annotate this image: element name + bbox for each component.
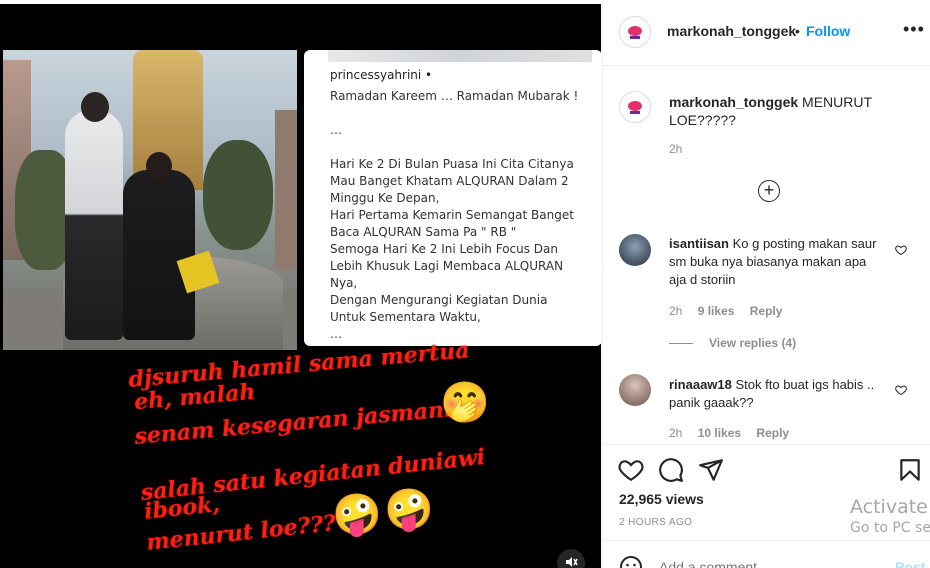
hand-over-mouth-emoji: 🤭 bbox=[440, 381, 490, 425]
comment-meta: 2h 9 likes Reply bbox=[669, 304, 794, 318]
embedded-caption-card: princessyahrini • Ramadan Kareem … Ramad… bbox=[304, 50, 601, 346]
emoji-smiley-icon[interactable] bbox=[619, 555, 643, 568]
card-top-strip bbox=[328, 50, 592, 62]
card-caption-line: Mau Banget Khatam ALQURAN Dalam 2 bbox=[330, 174, 569, 188]
comment-username[interactable]: rinaaaw18 bbox=[669, 377, 732, 392]
photo-person-man-head bbox=[81, 92, 109, 122]
header-separator: • bbox=[795, 23, 800, 39]
card-caption-line: Baca ALQURAN Sama Pa " RB " bbox=[330, 225, 517, 239]
more-options-icon[interactable]: ••• bbox=[903, 19, 925, 40]
commenter-avatar[interactable] bbox=[619, 374, 651, 406]
photo-person-woman-head bbox=[146, 152, 172, 180]
posted-time[interactable]: 2 HOURS AGO bbox=[619, 517, 692, 528]
photo-person-woman bbox=[123, 170, 195, 340]
comment-meta: 2h 10 likes Reply bbox=[669, 426, 801, 440]
author-avatar[interactable] bbox=[619, 16, 651, 48]
photo-tree-right bbox=[203, 140, 273, 250]
load-more-comments-icon[interactable]: + bbox=[758, 180, 780, 202]
card-caption-line: Minggu Ke Depan, bbox=[330, 191, 440, 205]
media-top-strip bbox=[0, 0, 601, 4]
photo-person-man bbox=[65, 110, 123, 340]
watermark-line-1: Activate W bbox=[850, 496, 930, 518]
card-caption-line: Dengan Mengurangi Kegiatan Dunia bbox=[330, 293, 548, 307]
comment-like-heart-icon[interactable] bbox=[895, 384, 907, 396]
view-replies-button[interactable]: View replies (4) bbox=[669, 336, 796, 350]
card-caption-line bbox=[330, 139, 600, 156]
card-caption-line: Untuk Sementara Waktu, bbox=[330, 310, 481, 324]
comment-reply-button[interactable]: Reply bbox=[756, 426, 789, 440]
comment-input[interactable] bbox=[659, 559, 879, 568]
author-username[interactable]: markonah_tonggek bbox=[667, 23, 796, 39]
caption-avatar[interactable] bbox=[619, 91, 651, 123]
avatar-mark bbox=[628, 26, 642, 36]
comment-text: isantiisan Ko g posting makan saur sm bu… bbox=[669, 235, 887, 289]
comment-time[interactable]: 2h bbox=[669, 426, 682, 440]
view-count[interactable]: 22,965 views bbox=[619, 491, 704, 507]
avatar-mark-base bbox=[630, 111, 640, 114]
windows-activation-watermark: Activate W Go to PC set bbox=[850, 496, 930, 536]
comment-time[interactable]: 2h bbox=[669, 304, 682, 318]
caption-username[interactable]: markonah_tonggek bbox=[669, 94, 798, 110]
post-header: markonah_tonggek • Follow ••• bbox=[603, 0, 930, 66]
card-caption-line: Nya, bbox=[330, 276, 358, 290]
mute-icon[interactable] bbox=[557, 549, 585, 568]
card-caption-line: Hari Pertama Kemarin Semangat Banget bbox=[330, 208, 574, 222]
card-caption-line: Hari Ke 2 Di Bulan Puasa Ini Cita Citany… bbox=[330, 157, 574, 171]
watermark-line-2: Go to PC set bbox=[850, 520, 930, 536]
zany-face-emoji-2: 🤪 bbox=[384, 488, 434, 532]
comment-username[interactable]: isantiisan bbox=[669, 236, 729, 251]
card-caption-line bbox=[330, 105, 600, 122]
couple-photo bbox=[3, 50, 297, 350]
follow-button[interactable]: Follow bbox=[806, 23, 850, 39]
card-caption-line: Lebih Khusuk Lagi Membaca ALQURAN bbox=[330, 259, 564, 273]
avatar-mark-base bbox=[630, 36, 640, 39]
commenter-avatar[interactable] bbox=[619, 234, 651, 266]
card-caption-line: Ramadan Kareem … Ramadan Mubarak ! bbox=[330, 89, 579, 103]
avatar-mark bbox=[628, 101, 642, 111]
view-replies-line bbox=[669, 343, 693, 345]
post-media[interactable]: princessyahrini • Ramadan Kareem … Ramad… bbox=[0, 0, 601, 568]
comment-bubble-icon[interactable] bbox=[658, 457, 684, 483]
post-comment-button[interactable]: Post bbox=[895, 559, 925, 568]
photo-building-right bbox=[275, 110, 297, 270]
post-sidebar: markonah_tonggek • Follow ••• markonah_t… bbox=[602, 0, 930, 568]
comment-reply-button[interactable]: Reply bbox=[750, 304, 783, 318]
view-replies-label: View replies (4) bbox=[709, 336, 797, 350]
caption-text: markonah_tonggek MENURUT LOE????? bbox=[669, 93, 909, 129]
comment-text: rinaaaw18 Stok fto buat igs habis .. pan… bbox=[669, 376, 887, 412]
caption-time[interactable]: 2h bbox=[669, 142, 682, 156]
zany-face-emoji-1: 🤪 bbox=[332, 493, 382, 537]
comment-composer: Post bbox=[603, 540, 930, 568]
card-caption-text: Ramadan Kareem … Ramadan Mubarak ! … Hari … bbox=[330, 88, 600, 343]
comment-likes[interactable]: 9 likes bbox=[698, 304, 735, 318]
card-caption-line: Semoga Hari Ke 2 Ini Lebih Focus Dan bbox=[330, 242, 558, 256]
share-paper-plane-icon[interactable] bbox=[698, 457, 724, 483]
like-heart-icon[interactable] bbox=[618, 457, 644, 483]
comment-like-heart-icon[interactable] bbox=[895, 244, 907, 256]
card-caption-line: … bbox=[330, 123, 342, 137]
save-bookmark-icon[interactable] bbox=[897, 457, 923, 483]
comment-likes[interactable]: 10 likes bbox=[698, 426, 741, 440]
card-username: princessyahrini • bbox=[330, 68, 433, 82]
